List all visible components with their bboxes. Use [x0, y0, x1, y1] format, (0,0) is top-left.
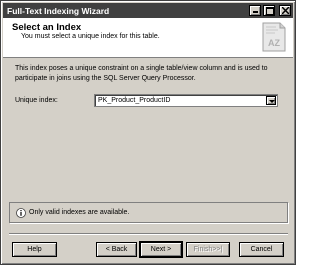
unique-index-label: Unique index:	[15, 97, 58, 104]
footer-divider	[9, 233, 288, 235]
status-panel: Only valid indexes are available.	[9, 202, 288, 223]
unique-index-select[interactable]: PK_Product_ProductID	[94, 94, 278, 107]
status-message: Only valid indexes are available.	[29, 209, 130, 216]
index-description: This index poses a unique constraint on …	[15, 65, 268, 82]
page-title: Select an Index	[12, 22, 82, 33]
minimize-icon[interactable]	[249, 5, 261, 16]
unique-index-value: PK_Product_ProductID	[98, 97, 171, 104]
page-subtitle: You must select a unique index for this …	[21, 33, 160, 40]
wizard-header: Select an Index You must select a unique…	[3, 18, 293, 58]
finish-button[interactable]: Finish>>|	[186, 242, 230, 257]
cancel-button[interactable]: Cancel	[239, 242, 284, 257]
maximize-icon[interactable]	[263, 5, 275, 16]
back-button[interactable]: < Back	[96, 242, 137, 257]
help-button[interactable]: Help	[12, 242, 57, 257]
chevron-down-icon[interactable]	[266, 96, 276, 105]
wizard-az-icon: AZ	[262, 22, 286, 52]
info-icon	[16, 208, 26, 218]
wizard-window: Full-Text Indexing Wizard Select an Inde…	[0, 0, 296, 265]
title-bar[interactable]: Full-Text Indexing Wizard	[3, 3, 293, 18]
next-button[interactable]: Next >	[139, 241, 183, 258]
svg-text:AZ: AZ	[268, 38, 280, 48]
close-icon[interactable]	[279, 5, 291, 16]
window-title: Full-Text Indexing Wizard	[7, 5, 110, 16]
